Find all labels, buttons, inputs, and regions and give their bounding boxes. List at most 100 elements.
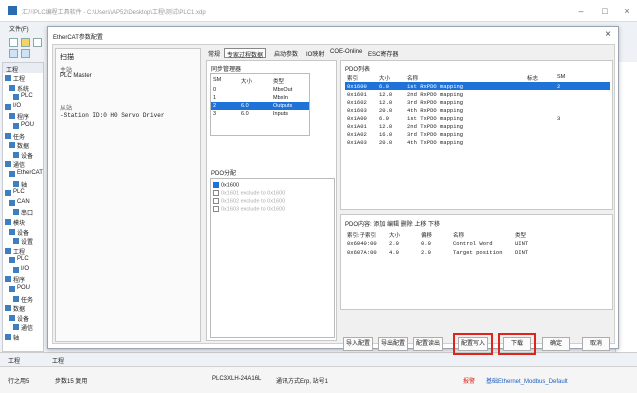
tree-item[interactable]: 数据 [3,303,43,313]
menu-file[interactable]: 文件(F) [9,24,29,33]
pdo-cell-index: 0x1603 [347,107,367,114]
pdo-assign-checkbox [213,198,219,204]
tree-item[interactable]: 通信 [3,159,43,169]
tree-item[interactable]: EtherCAT [3,169,43,179]
open-folder-icon[interactable] [21,38,30,47]
sync-table-row[interactable]: 0 MbxOut [211,86,309,94]
tree-item[interactable]: 程序 [3,274,43,284]
tree-item[interactable]: PLC [3,255,43,265]
ok-button[interactable]: 确定 [542,337,570,351]
tree-item[interactable]: 任务 [3,294,43,303]
tree-item[interactable]: 设备 [3,150,43,159]
tree-item[interactable]: 工程 [3,73,43,83]
scan-title[interactable]: 扫描 [60,52,74,62]
close-window-icon[interactable]: × [620,5,634,17]
import-config-button[interactable]: 导入配置 [343,337,373,351]
pdo-list-row[interactable]: 0x1A00 6.0 1st TxPDO mapping 3 [345,114,610,122]
tree-item[interactable]: 系统 [3,83,43,92]
status-row-col: 行之用5 [8,379,30,385]
pdo-list-row[interactable]: 0x1600 6.0 1st RxPDO mapping 2 [345,82,610,90]
tree-item[interactable]: I/O [3,102,43,112]
tree-item[interactable]: POU [3,121,43,131]
tree-item[interactable]: 工程 [3,246,43,255]
sync-table-row[interactable]: 1 MbxIn [211,94,309,102]
pdo-list-row[interactable]: 0x1A02 16.0 3rd TxPDO mapping [345,130,610,138]
pdo-cell-name: 3rd TxPDO mapping [407,131,464,138]
tree-node-icon [5,305,11,312]
status-bar: 行之用5 步数15 复用 PLC3XLH-24A16L 通讯方式Erp, 站号1… [0,366,637,393]
pc-cell-size: 2.0 [389,240,399,247]
tree-item[interactable]: 通信 [3,322,43,332]
dialog-title: EtherCAT参数配置 [53,35,103,41]
pdo-cell-sm: 3 [557,115,561,122]
sync-table-row[interactable]: 2 6.0 Outputs [211,102,309,110]
tree-item-label: 串口 [21,211,34,217]
config-read-button[interactable]: 配置读出 [413,337,443,351]
sync-table-row[interactable]: 3 6.0 Inputs [211,110,309,118]
tree-item[interactable]: POU [3,284,43,294]
pc-header-size: 大小 [389,233,401,239]
tree-item[interactable]: 程序 [3,111,43,121]
tree-item[interactable]: PLC [3,188,43,198]
tree-item[interactable]: 数据 [3,140,43,150]
pdo-cell-name: 4th TxPDO mapping [407,139,464,146]
slave-value[interactable]: -Station ID:0 H0 Servo Driver [60,112,164,119]
pdo-content-header: 索引:子索引 大小 偏移 名称 类型 [345,230,610,239]
undo-icon[interactable] [9,49,18,58]
pdo-list-row[interactable]: 0x1603 20.0 4th RxPDO mapping [345,106,610,114]
new-file-icon[interactable] [9,38,18,47]
save-icon[interactable] [33,38,42,47]
pdo-content-row[interactable]: 0x6040:00 2.0 0.0 Control Word UINT [345,239,610,247]
pdo-header-flag: 标志 [527,76,539,82]
status-step: 步数15 复用 [55,379,88,385]
close-icon[interactable]: × [605,29,611,40]
redo-icon[interactable] [21,49,30,58]
pdo-list-row[interactable]: 0x1A03 20.0 4th TxPDO mapping [345,138,610,146]
pc-cell-index: 0x607A:00 [347,249,377,256]
pc-cell-offset: 2.0 [421,249,431,256]
maximize-icon[interactable]: □ [598,5,612,17]
pdo-list-row[interactable]: 0x1602 12.0 3rd RxPDO mapping [345,98,610,106]
pdo-cell-index: 0x1602 [347,99,367,106]
app-title-bar: 汇川PLC编程工具软件 - C:\Users\AP52\Desktop\工程\测… [0,0,637,22]
tree-item-label: 数据 [17,144,30,150]
sync-cell-size: 6.0 [241,111,249,117]
minimize-icon[interactable]: – [574,5,588,17]
tree-item[interactable]: 轴 [3,179,43,188]
tree-item[interactable]: 模块 [3,217,43,227]
bottom-tab-project[interactable]: 工程 [8,356,20,365]
tab-io-mapping[interactable]: IO映射 [304,48,326,58]
pdo-assign-item[interactable]: 0x1600 [213,182,239,190]
tab-general[interactable]: 常规 [206,48,222,58]
master-value[interactable]: PLC Master [60,73,92,79]
sync-cell-sm: 3 [213,111,217,117]
bottom-tab-project-2[interactable]: 工程 [52,356,64,365]
tree-item[interactable]: CAN [3,198,43,208]
scan-panel: 扫描 主站 PLC Master 从站 -Station ID:0 H0 Ser… [55,48,201,342]
status-alarm[interactable]: 报警 [463,376,475,385]
status-protocol[interactable]: 基础Ethernet_Modbus_Default [486,376,568,385]
tab-startup-params[interactable]: 启动参数 [272,48,300,58]
pdo-assign-checkbox[interactable] [213,182,219,188]
pdo-cell-size: 6.0 [379,83,389,90]
tree-item[interactable]: PLC [3,92,43,102]
tree-item[interactable]: 任务 [3,131,43,140]
tree-item[interactable]: 设置 [3,236,43,246]
cancel-button[interactable]: 取消 [582,337,610,351]
status-plc-model: PLC3XLH-24A16L [212,376,262,382]
config-tabs: 常规 专家过程数据 启动参数 IO映射 COE-Online ESC寄存器 [206,48,456,59]
pdo-content-row[interactable]: 0x607A:00 4.0 2.0 Target position DINT [345,248,610,256]
tree-item[interactable]: 设备 [3,227,43,237]
pdo-cell-size: 6.0 [379,115,389,122]
tab-esc-register[interactable]: ESC寄存器 [366,48,400,58]
tab-expert-process-data[interactable]: 专家过程数据 [224,48,267,59]
tree-item[interactable]: 轴 [3,332,43,342]
tree-item[interactable]: I/O [3,265,43,275]
tree-item-label: 设备 [17,230,30,237]
tree-item[interactable]: 设备 [3,313,43,322]
pdo-list-row[interactable]: 0x1601 12.0 2nd RxPDO mapping [345,90,610,98]
tree-item[interactable]: 串口 [3,207,43,217]
export-config-button[interactable]: 导出配置 [378,337,408,351]
tab-coe-online[interactable]: COE-Online [328,48,364,58]
pdo-list-row[interactable]: 0x1A01 12.0 2nd TxPDO mapping [345,122,610,130]
